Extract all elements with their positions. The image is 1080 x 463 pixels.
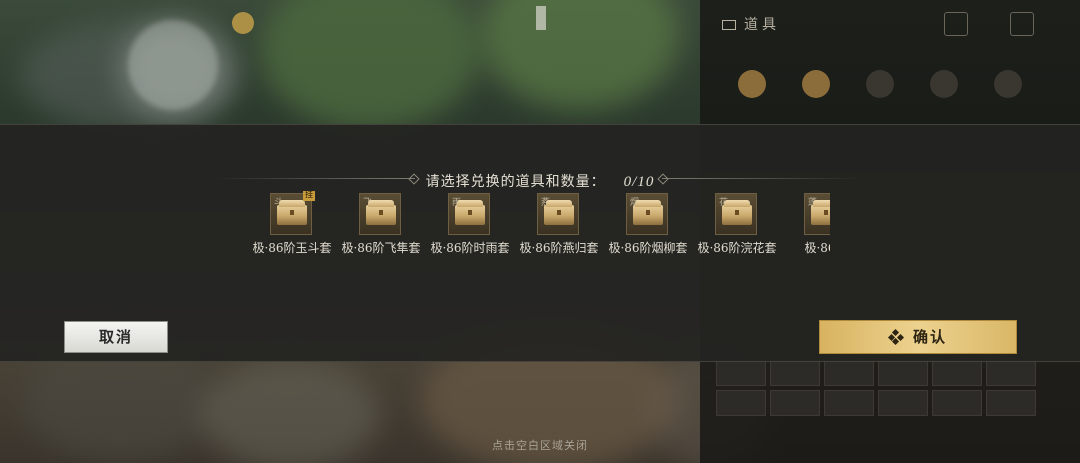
inventory-slot [932,390,982,416]
chest-graphic [722,200,752,225]
chest-icon: 烟 [626,193,668,235]
bound-badge: 挂 [303,191,315,201]
selection-count: 0/10 [623,174,655,190]
item-slot[interactable]: 燕 极·86阶燕归套 [515,191,603,261]
sort-icon [944,12,968,36]
inventory-slot [716,360,766,386]
inventory-slot [824,390,874,416]
chest-graphic [277,200,307,225]
tree-foliage [480,0,680,110]
item-name: 极·86阶 [804,241,830,255]
inventory-slot [986,390,1036,416]
chest-graphic [544,200,574,225]
quest-marker-icon [232,12,254,34]
inventory-slot [878,360,928,386]
cancel-button[interactable]: 取消 [64,321,168,353]
item-slot[interactable]: 斗 挂 极·86阶玉斗套 [248,191,336,261]
diamond-icon [887,328,905,346]
inventory-slot [986,360,1036,386]
inventory-tabs [720,70,1040,98]
settings-icon [1010,12,1034,36]
chest-graphic [811,200,830,225]
inventory-tab [802,70,830,98]
item-slot[interactable]: 雨 极·86阶时雨套 [426,191,514,261]
item-name: 极·86阶玉斗套 [252,241,332,255]
inventory-grid [716,360,1036,416]
item-name: 极·86阶时雨套 [430,241,510,255]
item-slot[interactable]: 蓬 极·86阶 [782,191,830,261]
close-hint[interactable]: 点击空白区域关闭 [0,437,1080,453]
inventory-tab [930,70,958,98]
inventory-slot [824,360,874,386]
item-name: 极·86阶飞隼套 [341,241,421,255]
item-name: 极·86阶燕归套 [519,241,599,255]
item-slot[interactable]: 花 极·86阶浣花套 [693,191,781,261]
inventory-slot [878,390,928,416]
chest-icon: 蓬 [804,193,830,235]
inventory-slot [770,360,820,386]
chest-graphic [633,200,663,225]
confirm-label: 确认 [912,328,947,346]
inventory-slot [716,390,766,416]
exchange-dialog: 请选择兑换的道具和数量： 0/10 斗 挂 极·86阶玉斗套 飞 极·86阶飞隼套… [0,124,1080,362]
confirm-button[interactable]: 确认 [819,320,1017,354]
chest-graphic [366,200,396,225]
chest-icon: 燕 [537,193,579,235]
item-slot[interactable]: 飞 极·86阶飞隼套 [337,191,425,261]
chest-graphic [455,200,485,225]
inventory-tab [994,70,1022,98]
bag-icon [722,20,736,30]
chest-icon: 花 [715,193,757,235]
chest-icon: 斗 挂 [270,191,315,235]
chest-icon: 雨 [448,193,490,235]
inventory-slot [932,360,982,386]
inventory-tab [866,70,894,98]
inventory-slot [770,390,820,416]
tree-foliage [260,0,480,130]
item-name: 极·86阶烟柳套 [608,241,688,255]
item-name: 极·86阶浣花套 [697,241,777,255]
flag-icon [536,6,546,30]
chest-icon: 飞 [359,193,401,235]
minimap [128,20,218,110]
dialog-title: 请选择兑换的道具和数量： 0/10 [0,171,1080,191]
inventory-tab [738,70,766,98]
selection-prompt: 请选择兑换的道具和数量： [425,174,606,190]
item-list[interactable]: 斗 挂 极·86阶玉斗套 飞 极·86阶飞隼套 雨 极·86阶时雨套 燕 [248,191,830,261]
item-slot[interactable]: 烟 极·86阶烟柳套 [604,191,692,261]
inventory-title: 道具 [722,14,780,34]
